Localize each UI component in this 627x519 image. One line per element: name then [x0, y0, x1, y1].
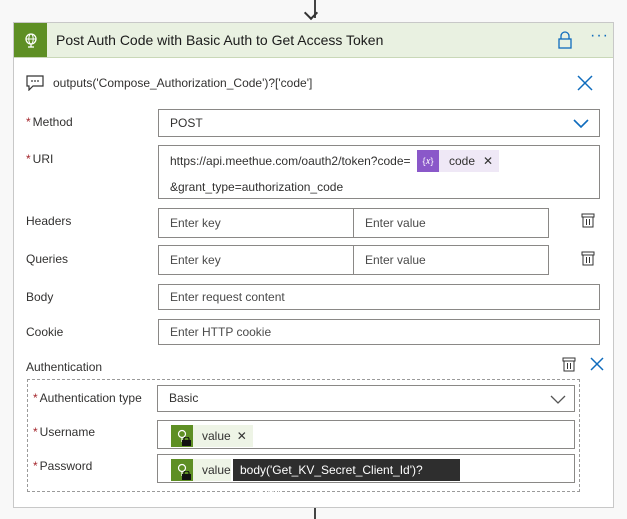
auth-type-label: * Authentication type — [33, 391, 142, 405]
required-marker: * — [33, 425, 38, 439]
lock-icon[interactable] — [557, 31, 573, 52]
headers-key-input[interactable]: Enter key — [158, 208, 354, 238]
body-input[interactable]: Enter request content — [158, 284, 600, 310]
delete-icon[interactable] — [561, 356, 577, 375]
required-marker: * — [33, 459, 38, 473]
username-label: * Username — [33, 425, 96, 439]
action-header[interactable]: Post Auth Code with Basic Auth to Get Ac… — [14, 23, 613, 58]
chevron-down-icon — [550, 394, 566, 408]
key-vault-icon — [171, 425, 193, 447]
required-marker: * — [26, 115, 31, 129]
uri-field[interactable]: https://api.meethue.com/oauth2/token?cod… — [158, 145, 600, 199]
token-tooltip: body('Get_KV_Secret_Client_Id')?['value'… — [233, 459, 460, 499]
expression-icon: {𝑥} — [417, 150, 439, 172]
comment-icon — [26, 75, 44, 94]
headers-value-input[interactable]: Enter value — [353, 208, 549, 238]
chevron-down-icon — [573, 118, 589, 132]
uri-code-token[interactable]: {𝑥} code ✕ — [417, 150, 500, 172]
token-label: value — [202, 429, 231, 443]
cookie-input[interactable]: Enter HTTP cookie — [158, 319, 600, 345]
key-vault-icon — [171, 459, 193, 481]
method-value: POST — [170, 116, 203, 130]
uri-label: * URI — [26, 152, 54, 166]
token-label: code — [449, 154, 476, 168]
required-marker: * — [26, 152, 31, 166]
close-icon[interactable] — [590, 357, 604, 374]
close-icon[interactable] — [576, 74, 594, 95]
body-label: Body — [26, 290, 54, 304]
headers-label: Headers — [26, 214, 72, 228]
method-select[interactable]: POST — [158, 109, 600, 137]
globe-icon — [14, 23, 47, 57]
username-value-token[interactable]: value ✕ — [171, 425, 253, 447]
username-field[interactable]: value ✕ — [157, 420, 575, 449]
action-title: Post Auth Code with Basic Auth to Get Ac… — [56, 32, 384, 48]
remove-token-icon[interactable]: ✕ — [237, 429, 247, 443]
delete-icon[interactable] — [580, 250, 596, 269]
queries-value-input[interactable]: Enter value — [353, 245, 549, 275]
uri-text-line2: &grant_type=authorization_code — [170, 180, 344, 194]
delete-icon[interactable] — [580, 212, 596, 231]
required-marker: * — [33, 391, 38, 405]
password-value-token[interactable]: value — [171, 459, 231, 481]
auth-type-value: Basic — [169, 391, 199, 405]
remove-token-icon[interactable]: ✕ — [483, 154, 493, 168]
queries-label: Queries — [26, 252, 69, 266]
output-expression-link[interactable]: outputs('Compose_Authorization_Code')?['… — [53, 76, 312, 90]
queries-key-input[interactable]: Enter key — [158, 245, 354, 275]
cookie-label: Cookie — [26, 325, 64, 339]
password-label: * Password — [33, 459, 93, 473]
more-icon[interactable]: ··· — [590, 27, 609, 45]
uri-text-line1: https://api.meethue.com/oauth2/token?cod… — [170, 154, 411, 168]
connector-bottom — [314, 508, 316, 519]
authentication-label: Authentication — [26, 360, 103, 374]
method-label: * Method — [26, 115, 73, 129]
token-label: value — [202, 463, 231, 477]
auth-type-select[interactable]: Basic — [157, 385, 575, 412]
